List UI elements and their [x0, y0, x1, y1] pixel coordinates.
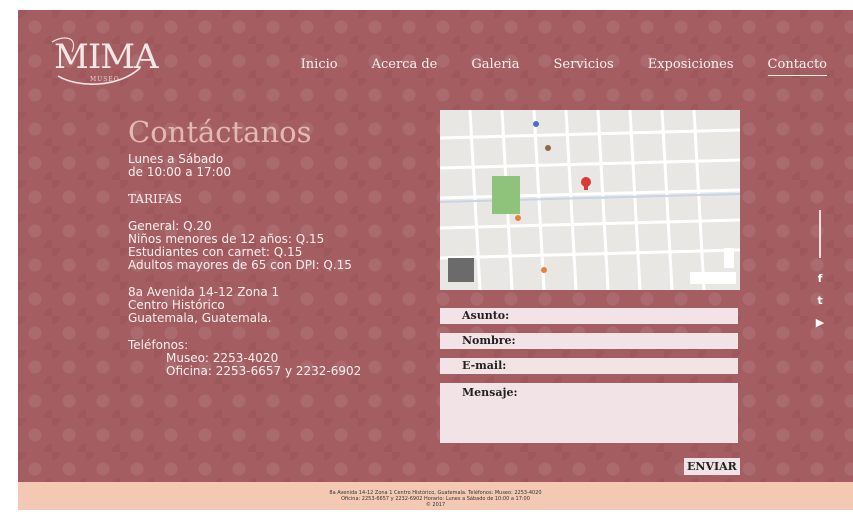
facebook-icon[interactable]: f [818, 268, 823, 290]
tarifas-heading: TARIFAS [128, 192, 182, 206]
address-line-3: Guatemala, Guatemala. [128, 311, 272, 325]
contact-form: Asunto: Nombre: E-mail: Mensaje: [440, 308, 738, 452]
location-map[interactable] [440, 110, 740, 290]
map-graphic [440, 110, 740, 290]
nav-galeria[interactable]: Galeria [471, 57, 519, 76]
nav-inicio[interactable]: Inicio [301, 57, 338, 76]
email-label: E-mail: [462, 359, 507, 372]
logo-subtitle: MUSEO [90, 76, 120, 83]
address: 8a Avenida 14-12 Zona 1 Centro Histórico… [128, 286, 361, 325]
twitter-icon[interactable]: t [817, 290, 822, 312]
asunto-field[interactable]: Asunto: [440, 308, 738, 324]
nombre-field[interactable]: Nombre: [440, 333, 738, 349]
nav-contacto[interactable]: Contacto [767, 57, 827, 76]
contact-info: Contáctanos Lunes a Sábado de 10:00 a 17… [128, 118, 361, 378]
phones: Teléfonos: Museo: 2253-4020 Oficina: 225… [128, 339, 361, 378]
main-nav: Inicio Acerca de Galeria Servicios Expos… [267, 57, 827, 76]
social-divider [819, 210, 821, 258]
tarifa-adultos-mayores: Adultos mayores de 65 con DPI: Q.15 [128, 258, 352, 272]
youtube-icon[interactable]: ▶ [816, 312, 824, 334]
social-links: f t ▶ [814, 210, 826, 334]
enviar-button[interactable]: ENVIAR [684, 458, 740, 475]
mensaje-field[interactable]: Mensaje: [440, 383, 738, 443]
footer: 8a Avenida 14-12 Zona 1 Centro Histórico… [18, 482, 853, 510]
logo-text: MIMA [54, 37, 159, 77]
nav-exposiciones[interactable]: Exposiciones [648, 57, 734, 76]
site-container: MIMA MUSEO Inicio Acerca de Galeria Serv… [18, 10, 853, 482]
footer-copyright: © 2017 [425, 502, 446, 508]
email-field[interactable]: E-mail: [440, 358, 738, 374]
nav-acerca-de[interactable]: Acerca de [372, 57, 438, 76]
mensaje-label: Mensaje: [462, 386, 518, 399]
tarifas-list: General: Q.20 Niños menores de 12 años: … [128, 220, 361, 272]
nav-servicios[interactable]: Servicios [553, 57, 613, 76]
phone-oficina: Oficina: 2253-6657 y 2232-6902 [166, 364, 362, 378]
page-title: Contáctanos [128, 115, 312, 149]
hours-line-2: de 10:00 a 17:00 [128, 165, 231, 179]
logo[interactable]: MIMA MUSEO [48, 32, 159, 92]
asunto-label: Asunto: [462, 309, 510, 322]
nombre-label: Nombre: [462, 334, 516, 347]
